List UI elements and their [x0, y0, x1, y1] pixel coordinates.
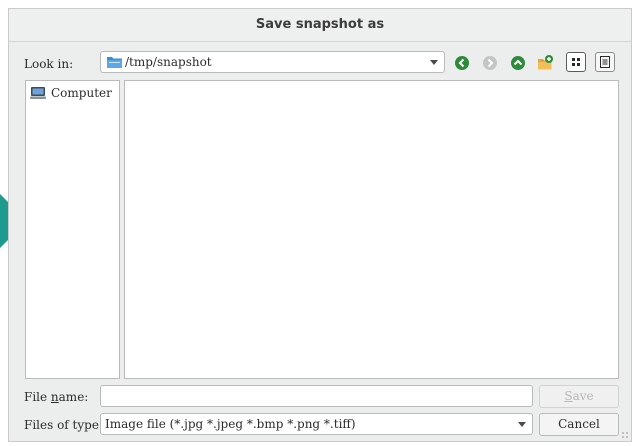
- file-type-value: Image file (*.jpg *.jpeg *.bmp *.png *.t…: [105, 417, 356, 431]
- resize-grip[interactable]: [621, 431, 629, 439]
- save-button[interactable]: Save: [539, 385, 619, 408]
- file-name-label: File name:: [24, 390, 89, 404]
- look-in-label: Look in:: [24, 57, 74, 71]
- look-in-path: /tmp/snapshot: [125, 55, 212, 69]
- chevron-down-icon: [518, 422, 526, 427]
- new-folder-icon: [538, 55, 553, 70]
- up-button[interactable]: [509, 54, 527, 72]
- forward-arrow-icon: [483, 56, 497, 70]
- file-type-select[interactable]: Image file (*.jpg *.jpeg *.bmp *.png *.t…: [100, 413, 533, 435]
- up-arrow-icon: [511, 56, 525, 70]
- save-snapshot-dialog: Save snapshot as Look in: /tmp/snapshot: [8, 8, 632, 442]
- computer-icon: [30, 87, 46, 99]
- file-list-view[interactable]: [124, 80, 619, 379]
- detail-view-button[interactable]: [566, 52, 586, 72]
- dialog-title: Save snapshot as: [9, 9, 631, 42]
- back-arrow-icon: [455, 56, 469, 70]
- new-folder-button[interactable]: [536, 54, 554, 72]
- file-type-label: Files of type:: [24, 418, 103, 432]
- places-sidebar: Computer: [25, 80, 120, 379]
- back-button[interactable]: [453, 54, 471, 72]
- cancel-button[interactable]: Cancel: [539, 413, 619, 436]
- detail-view-icon: [572, 58, 580, 66]
- sidebar-item-computer[interactable]: Computer: [30, 85, 112, 101]
- file-name-input[interactable]: [100, 385, 533, 407]
- list-view-button[interactable]: [595, 52, 615, 72]
- look-in-combo[interactable]: /tmp/snapshot: [100, 51, 445, 73]
- chevron-down-icon: [430, 60, 438, 65]
- list-view-icon: [600, 56, 610, 68]
- forward-button[interactable]: [481, 54, 499, 72]
- sidebar-item-label: Computer: [51, 86, 112, 100]
- folder-icon: [107, 57, 122, 68]
